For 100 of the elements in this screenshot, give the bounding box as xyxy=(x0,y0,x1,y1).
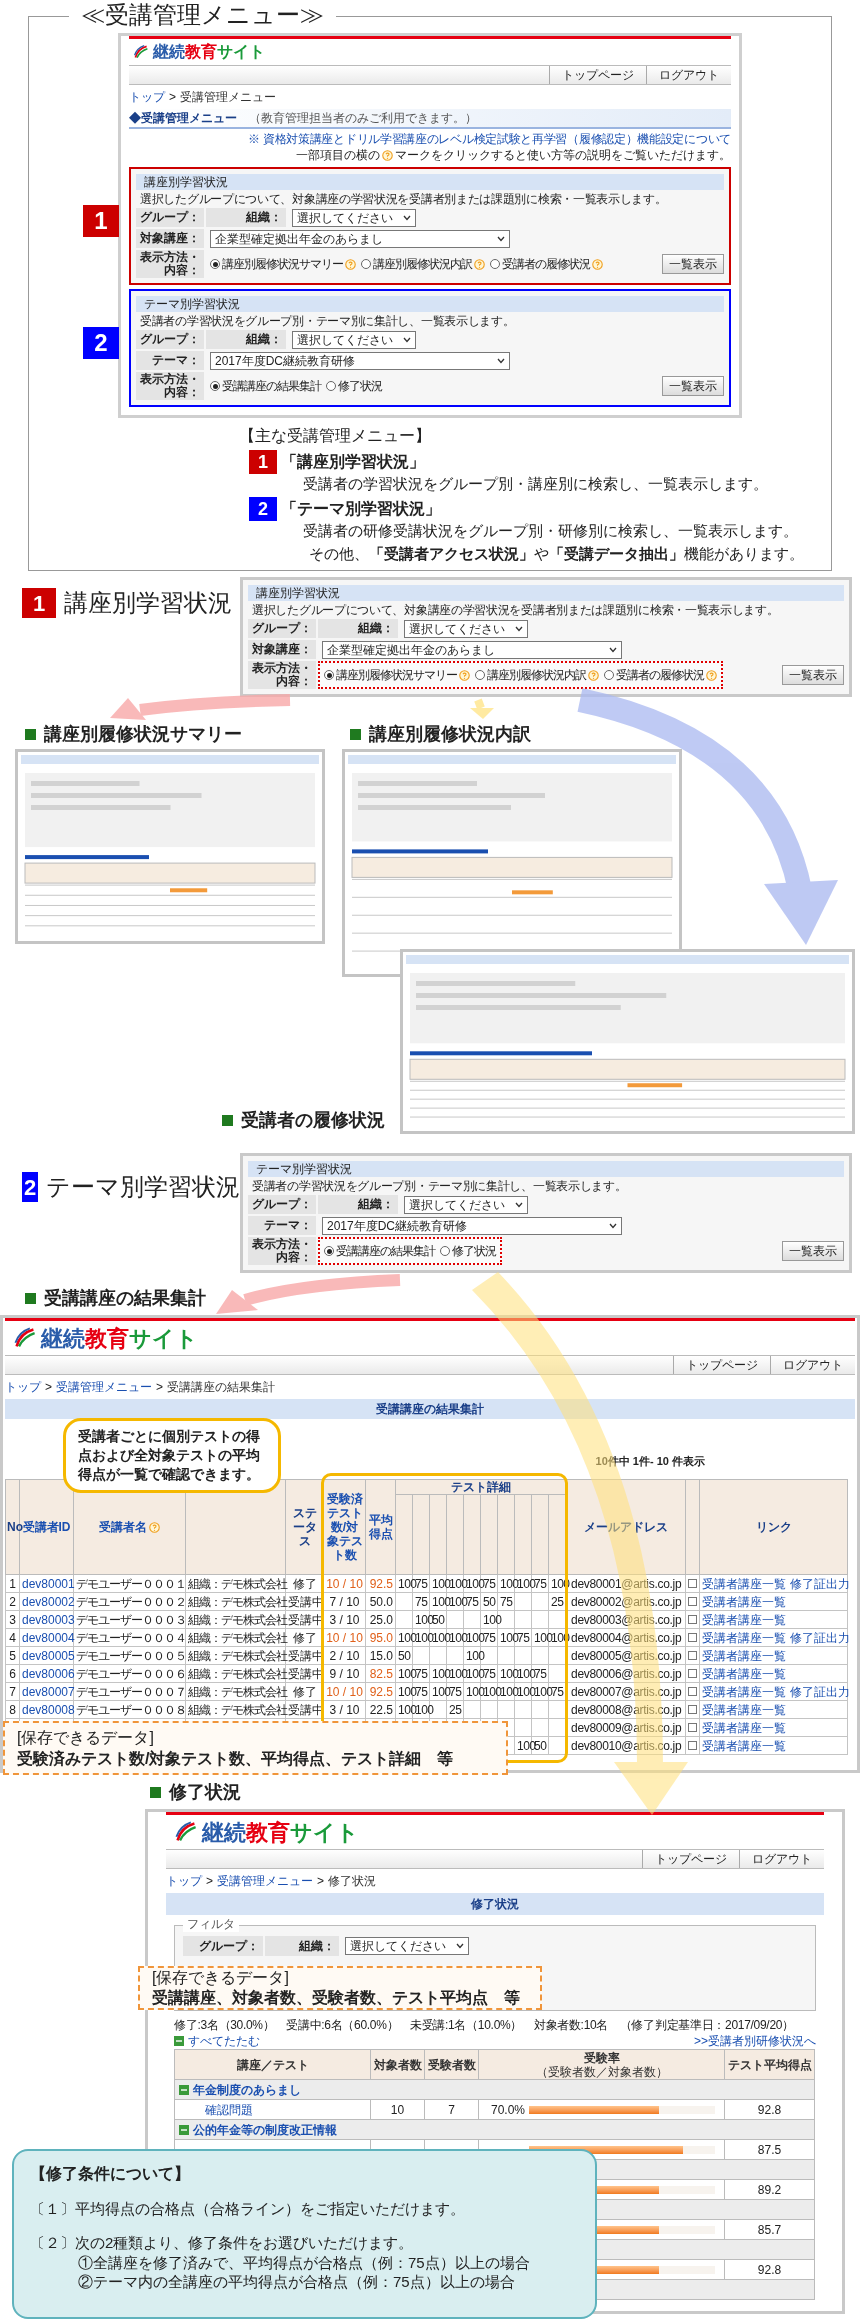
section-title: テーマ別学習状況 xyxy=(46,1172,240,1202)
checkbox[interactable] xyxy=(688,1705,698,1714)
test-link[interactable]: 確認問題 xyxy=(205,2102,253,2117)
score-cell: 75 xyxy=(534,1576,547,1591)
radio-label[interactable]: 受講者の履修状況 xyxy=(502,255,590,273)
breadcrumb-link[interactable]: トップ xyxy=(129,88,165,106)
course-group-name[interactable]: 年金制度のあらまし xyxy=(193,2080,301,2099)
table-cell: 組織：デモ株式会社 xyxy=(188,1612,287,1627)
footer-text: その他、「受講者アクセス状況」や「受講データ抽出」機能があります。 xyxy=(309,544,805,564)
radio-button[interactable] xyxy=(440,1246,450,1256)
radio-button[interactable] xyxy=(210,259,220,269)
collapse-icon[interactable] xyxy=(179,2124,189,2135)
radio-label[interactable]: 講座別履修状況サマリー xyxy=(336,666,457,684)
radio-label[interactable]: 受講講座の結果集計 xyxy=(222,377,321,395)
dropdown[interactable]: 企業型確定拠出年金のあらまし xyxy=(322,640,622,659)
checkbox[interactable] xyxy=(688,1633,698,1642)
breadcrumb-separator: > xyxy=(206,1873,213,1890)
dropdown[interactable]: 選択してください xyxy=(292,330,416,349)
checkbox[interactable] xyxy=(688,1615,698,1624)
checkbox[interactable] xyxy=(688,1579,698,1588)
list-button[interactable]: 一覧表示 xyxy=(782,665,844,685)
dropdown[interactable]: 選択してください xyxy=(404,619,528,638)
table-cell: 修了 xyxy=(292,1684,317,1699)
nav-button[interactable]: ログアウト xyxy=(646,66,731,84)
table-link[interactable]: 修了証出力 xyxy=(790,1576,851,1591)
table-cell: 82.5 xyxy=(369,1666,393,1681)
checkbox[interactable] xyxy=(688,1723,698,1732)
field-label: 対象講座： xyxy=(136,229,204,248)
nav-button[interactable]: ログアウト xyxy=(739,1850,824,1868)
checkbox[interactable] xyxy=(688,1597,698,1606)
nav-button[interactable]: ログアウト xyxy=(770,1356,855,1374)
radio-label[interactable]: 講座別履修状況内訳 xyxy=(487,666,586,684)
table-cell: デモユーザー０００３ xyxy=(76,1612,186,1627)
checkbox[interactable] xyxy=(688,1651,698,1660)
radio-button[interactable] xyxy=(326,381,336,391)
radio-button[interactable] xyxy=(475,670,485,680)
nav-button[interactable]: トップページ xyxy=(673,1356,770,1374)
radio-label[interactable]: 受講者の履修状況 xyxy=(616,666,704,684)
radio-button[interactable] xyxy=(210,381,220,391)
radio-label[interactable]: 講座別履修状況内訳 xyxy=(373,255,472,273)
score-cell: 100 xyxy=(432,1594,451,1609)
square-bullet-icon xyxy=(25,1292,36,1304)
radio-label[interactable]: 講座別履修状況サマリー xyxy=(222,255,343,273)
radio-button[interactable] xyxy=(490,259,500,269)
column-header[interactable]: 受講者名 xyxy=(99,1518,147,1536)
dropdown[interactable]: 2017年度DC継続教育研修 xyxy=(210,351,510,370)
checkbox[interactable] xyxy=(688,1669,698,1678)
student-status-link[interactable]: >>受講者別研修状況へ xyxy=(694,2032,816,2050)
score-cell: 75 xyxy=(483,1576,496,1591)
column-header[interactable]: 受験済テスト数/対象テスト数 xyxy=(323,1479,366,1575)
radio-label[interactable]: 修了状況 xyxy=(452,1242,496,1260)
score-cell: 100 xyxy=(517,1576,536,1591)
radio-button[interactable] xyxy=(324,670,334,680)
list-button[interactable]: 一覧表示 xyxy=(662,254,724,274)
breadcrumb-link[interactable]: 受講管理メニュー xyxy=(217,1872,313,1890)
collapse-icon[interactable] xyxy=(174,2036,184,2046)
field-label: 表示方法・内容： xyxy=(136,250,204,278)
column-header[interactable]: 平均得点 xyxy=(365,1479,396,1575)
table-link[interactable]: 修了証出力 xyxy=(790,1630,851,1645)
subsection-title: 講座別履修状況サマリー xyxy=(44,723,242,746)
radio-label[interactable]: 受講講座の結果集計 xyxy=(336,1242,435,1260)
table-link[interactable]: 受講者講座一覧 xyxy=(702,1630,787,1645)
radio-button[interactable] xyxy=(324,1246,334,1256)
collapse-icon[interactable] xyxy=(179,2084,189,2095)
checkbox[interactable] xyxy=(688,1741,698,1750)
score-cell: 100 xyxy=(415,1612,434,1627)
dropdown[interactable]: 選択してください xyxy=(404,1195,528,1214)
table-cell: 50.0 xyxy=(369,1594,393,1609)
nav-button[interactable]: トップページ xyxy=(549,66,646,84)
table-cell: 7 / 10 xyxy=(329,1594,360,1609)
panel-title: 講座別学習状況 xyxy=(248,585,844,601)
table-link[interactable]: 受講者講座一覧 xyxy=(702,1684,787,1699)
dropdown[interactable]: 選択してください xyxy=(345,1937,469,1955)
score-cell: 100 xyxy=(466,1576,485,1591)
table-cell: 25.0 xyxy=(369,1612,393,1627)
column-header: リンク xyxy=(699,1479,848,1575)
list-button[interactable]: 一覧表示 xyxy=(782,1241,844,1261)
table-cell: 85.7 xyxy=(757,2222,782,2237)
breadcrumb-link[interactable]: 受講管理メニュー xyxy=(56,1378,152,1396)
panel-description: 受講者の学習状況をグループ別・テーマ別に集計し、一覧表示します。 xyxy=(251,1178,628,1195)
table-link[interactable]: 修了証出力 xyxy=(790,1684,851,1699)
score-cell: 100 xyxy=(398,1666,417,1681)
dropdown[interactable]: 2017年度DC継続教育研修 xyxy=(322,1216,622,1235)
radio-button[interactable] xyxy=(361,259,371,269)
table-cell: dev80002@artis.co.jp xyxy=(571,1594,682,1609)
radio-label[interactable]: 修了状況 xyxy=(338,377,382,395)
breadcrumb-link[interactable]: トップ xyxy=(5,1378,41,1396)
breadcrumb-separator: > xyxy=(317,1873,325,1890)
info-link[interactable]: ※ 資格対策講座とドリル学習講座のレベル検定試験と再学習（履修認定）機能設定について xyxy=(248,131,731,147)
radio-button[interactable] xyxy=(604,670,614,680)
collapse-all-link[interactable]: すべてたたむ xyxy=(188,2032,260,2050)
checkbox[interactable] xyxy=(688,1687,698,1696)
dropdown[interactable]: 選択してください xyxy=(292,208,416,227)
nav-button[interactable]: トップページ xyxy=(642,1850,739,1868)
table-link[interactable]: 受講者講座一覧 xyxy=(702,1576,787,1591)
score-cell: 75 xyxy=(551,1684,564,1699)
breadcrumb-link[interactable]: トップ xyxy=(166,1872,202,1890)
pen-logo-icon xyxy=(13,1326,37,1350)
list-button[interactable]: 一覧表示 xyxy=(662,376,724,396)
dropdown[interactable]: 企業型確定拠出年金のあらまし xyxy=(210,229,510,248)
